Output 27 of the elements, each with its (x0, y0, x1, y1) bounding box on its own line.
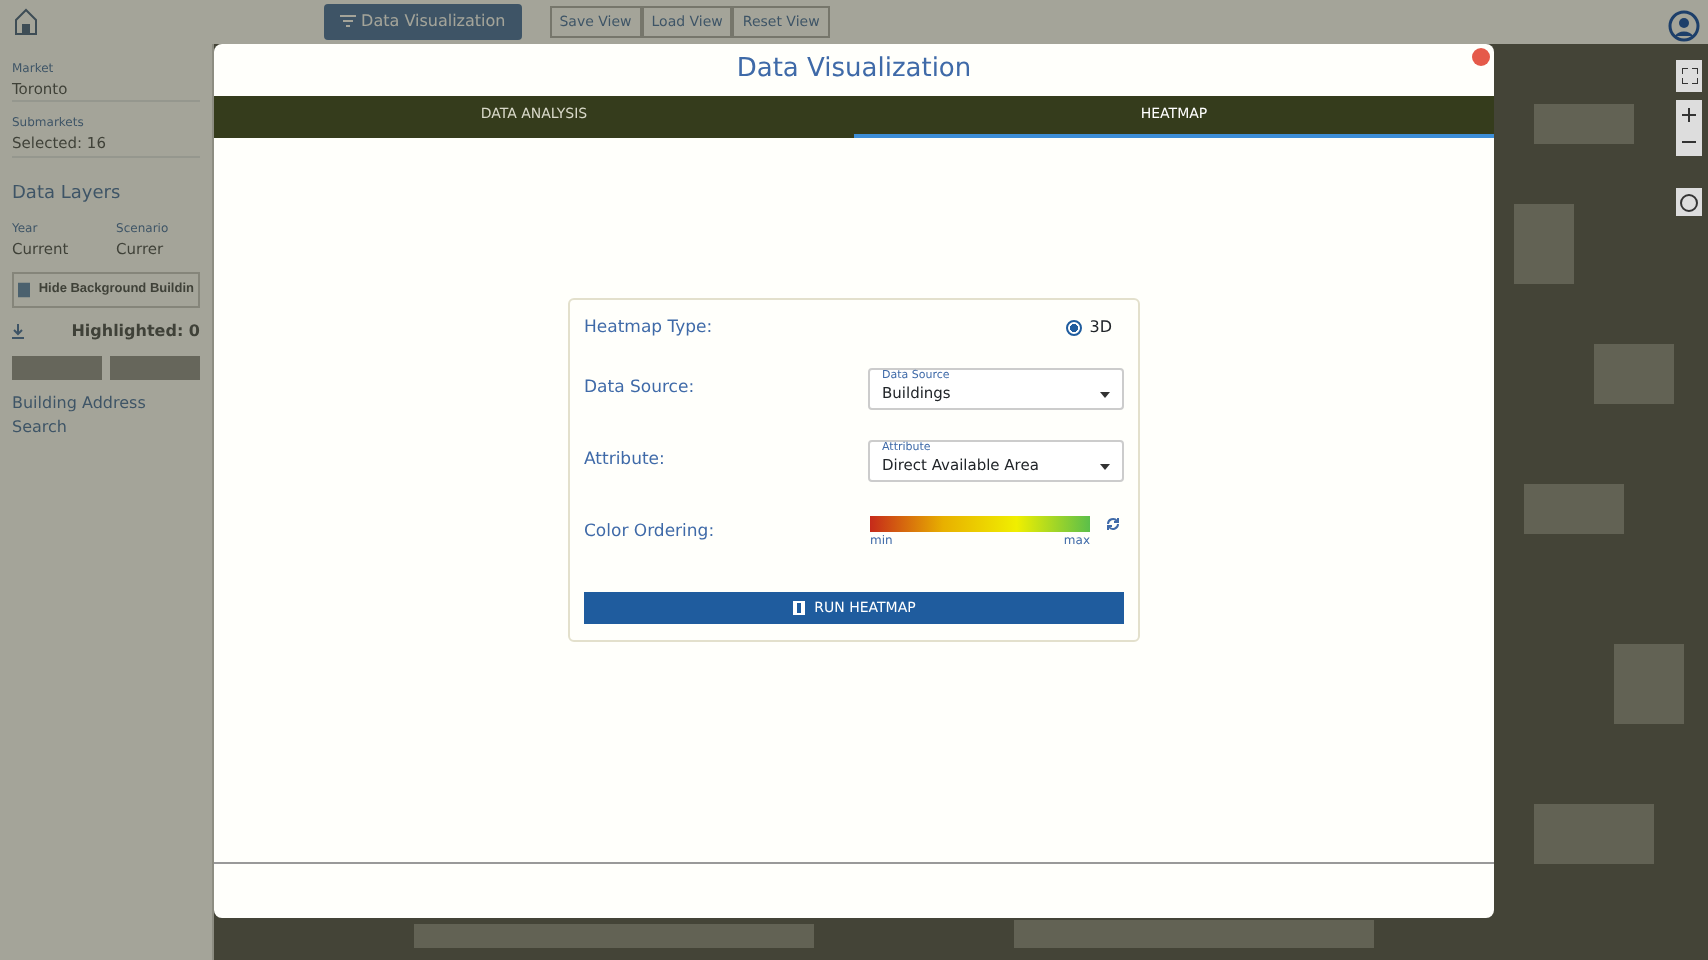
close-button[interactable] (1472, 48, 1490, 66)
field-label: Attribute: (584, 447, 665, 473)
data-visualization-button[interactable]: Data Visualization (324, 4, 522, 40)
refresh-icon[interactable] (1106, 515, 1120, 531)
field-label: Color Ordering: (584, 519, 715, 545)
fullscreen-button[interactable] (1676, 60, 1702, 92)
section-title: Data Layers (12, 181, 123, 207)
download-icon[interactable] (12, 324, 24, 340)
dialog-title: Data Visualization (736, 52, 972, 89)
minus-icon (1682, 140, 1696, 144)
plus-icon (1682, 107, 1696, 121)
compass-icon (1680, 193, 1698, 211)
caret-icon (1100, 391, 1110, 397)
field-label: Data Source: (584, 375, 695, 401)
compass-button[interactable] (1676, 188, 1702, 216)
fullscreen-icon (1681, 68, 1697, 84)
user-avatar-icon[interactable] (1668, 10, 1700, 42)
section-title: Building Address Search (12, 392, 148, 440)
zoom-in-button[interactable] (1676, 100, 1702, 128)
logo-icon (12, 6, 40, 38)
highlighted-count: Highlighted: 0 (71, 320, 200, 344)
zoom-out-button[interactable] (1676, 128, 1702, 156)
filter-icon (340, 14, 356, 29)
radio-button[interactable] (1065, 320, 1082, 336)
field-label: Heatmap Type: (584, 316, 713, 342)
caret-icon (1100, 463, 1110, 469)
radio-label: 3D (1089, 316, 1112, 340)
